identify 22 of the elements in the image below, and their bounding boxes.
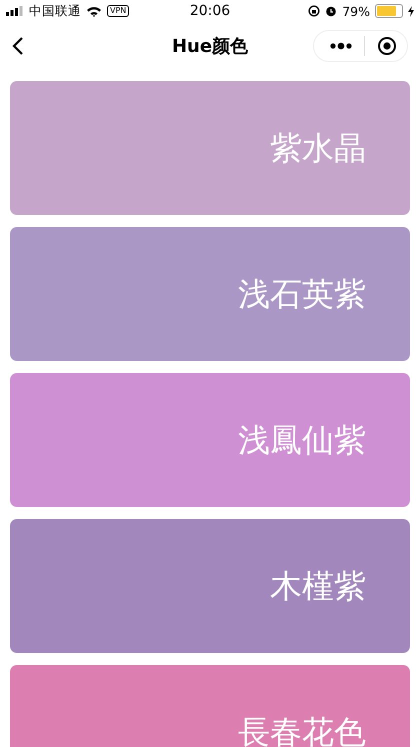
charging-icon (408, 6, 414, 16)
color-card[interactable]: 長春花色 (10, 665, 410, 747)
close-icon[interactable] (377, 36, 397, 56)
color-name: 紫水晶 (270, 128, 366, 168)
battery-percent: 79% (342, 4, 370, 18)
clock-time: 20:06 (190, 3, 230, 19)
color-name: 木槿紫 (270, 566, 366, 606)
carrier-name: 中国联通 (29, 2, 81, 20)
page-title: Hue颜色 (172, 35, 248, 58)
more-icon[interactable] (330, 42, 352, 50)
color-card[interactable]: 浅鳳仙紫 (10, 373, 410, 507)
battery-icon (375, 4, 403, 18)
color-card[interactable]: 浅石英紫 (10, 227, 410, 361)
back-icon[interactable] (12, 36, 24, 56)
color-card[interactable]: 紫水晶 (10, 81, 410, 215)
color-name: 浅石英紫 (238, 274, 366, 314)
signal-icon (6, 6, 24, 16)
wifi-icon (86, 6, 102, 16)
color-name: 浅鳳仙紫 (238, 420, 366, 460)
vpn-badge: VPN (107, 5, 130, 17)
color-card[interactable]: 木槿紫 (10, 519, 410, 653)
color-name: 長春花色 (238, 712, 366, 747)
